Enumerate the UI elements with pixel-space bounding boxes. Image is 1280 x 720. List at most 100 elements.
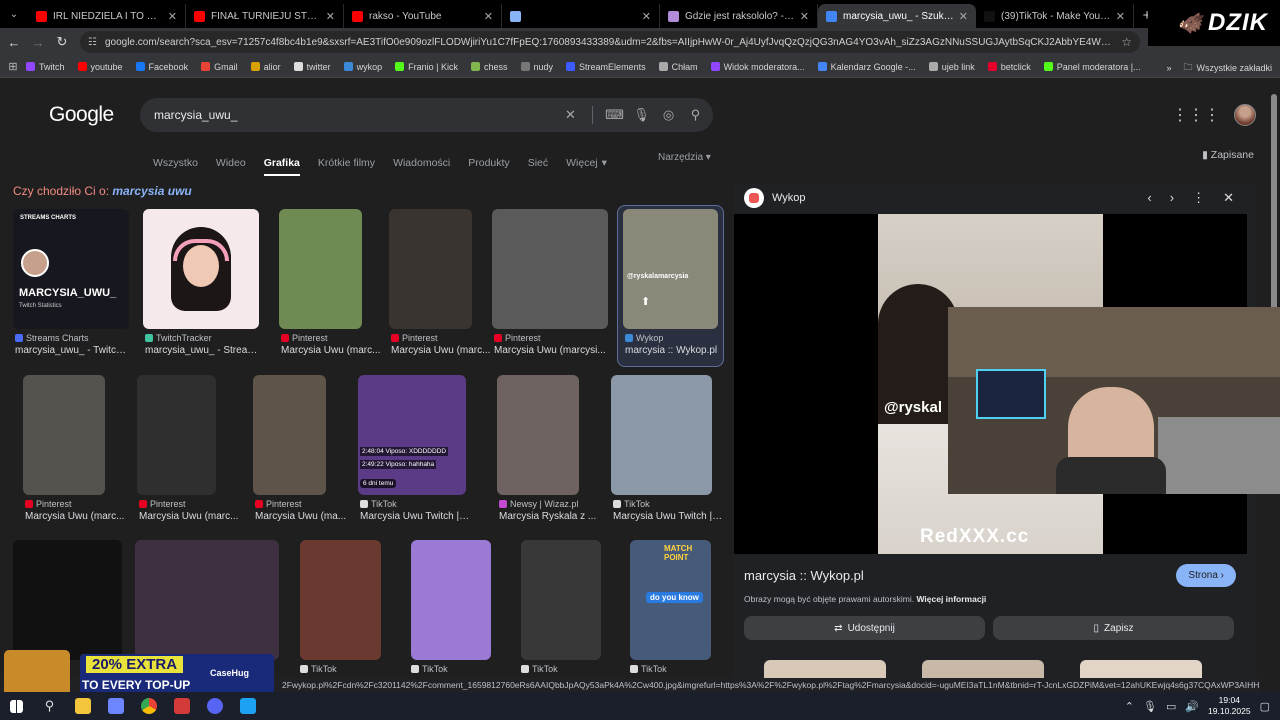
result-thumbnail[interactable] <box>300 540 381 660</box>
discord-icon[interactable] <box>198 692 231 720</box>
browser-tab[interactable]: marcysia_uwu_ - Szukaj w Google ✕ <box>818 4 976 28</box>
apps-grid-icon[interactable]: ⊞ <box>0 60 26 73</box>
media-app-icon[interactable] <box>165 692 198 720</box>
preview-title[interactable]: marcysia :: Wykop.pl <box>744 568 864 583</box>
result-thumbnail[interactable]: MATCH POINT do you know <box>630 540 711 660</box>
preview-header[interactable]: Wykop <box>744 188 806 208</box>
saved-link[interactable]: ▮ Zapisane <box>1202 149 1254 161</box>
search-nav-tab[interactable]: Wiadomości <box>393 157 450 169</box>
result-thumbnail[interactable]: 2:48:04 Viposo: XDDDDDDD 2:49:22 Viposo: … <box>358 375 466 495</box>
bookmark-item[interactable]: Twitch <box>26 62 65 72</box>
notifications-icon[interactable]: ▢ <box>1260 700 1270 713</box>
forward-button[interactable]: → <box>26 35 50 50</box>
result-thumbnail[interactable] <box>521 540 601 660</box>
back-button[interactable]: ← <box>2 35 26 50</box>
bookmark-item[interactable]: youtube <box>77 62 123 72</box>
result-thumbnail[interactable] <box>143 209 259 329</box>
next-image-icon[interactable]: › <box>1170 190 1174 206</box>
result-thumbnail[interactable] <box>137 375 216 495</box>
search-input[interactable]: marcysia_uwu_ <box>154 108 557 122</box>
bookmark-item[interactable]: betclick <box>987 62 1031 72</box>
search-nav-tab[interactable]: Grafika <box>263 157 300 176</box>
image-result[interactable]: Newsy | Wizaz.pl Marcysia Ryskala z ... <box>497 375 607 535</box>
image-result[interactable]: @ryskalamarcysia ⬆ Wykop marcysia :: Wykop.… <box>623 209 733 369</box>
result-title[interactable]: Marcysia Uwu Twitch | Ti... <box>360 511 470 522</box>
result-thumbnail[interactable] <box>135 540 279 660</box>
image-result[interactable]: Pinterest Marcysia Uwu (marc... <box>137 375 247 535</box>
network-icon[interactable]: ▭ <box>1166 700 1176 713</box>
close-tab-icon[interactable]: ✕ <box>800 10 809 23</box>
volume-icon[interactable]: 🔊 <box>1185 700 1199 713</box>
result-title[interactable]: marcysia_uwu_ - Twitch ... <box>15 345 131 356</box>
more-bookmarks-icon[interactable]: » <box>1166 63 1171 73</box>
bookmark-item[interactable]: Widok moderatora... <box>710 62 805 72</box>
share-button[interactable]: ⇄ Udostępnij <box>744 616 985 640</box>
browser-tab[interactable]: IRL NIEDZIELA I TO NIE NUDNA ✕ <box>28 4 186 28</box>
result-title[interactable]: Marcysia Ryskala z ... <box>499 511 609 522</box>
browser-tab[interactable]: FINAŁ TURNIEJU STREAMERÓW ✕ <box>186 4 344 28</box>
result-title[interactable]: Marcysia Uwu (marcysi... <box>494 345 610 356</box>
clock[interactable]: 19:04 19.10.2025 <box>1208 695 1251 717</box>
bookmark-item[interactable]: Franio | Kick <box>395 62 458 72</box>
bookmark-item[interactable]: chess <box>471 62 508 72</box>
image-result[interactable]: TikTok <box>411 540 521 688</box>
chevron-up-icon[interactable]: ⌃ <box>1125 700 1134 713</box>
result-title[interactable]: Marcysia Uwu (marc... <box>139 511 249 522</box>
result-thumbnail[interactable]: @ryskalamarcysia ⬆ <box>623 209 718 329</box>
tools-menu[interactable]: Narzędzia ▾ <box>658 152 711 163</box>
close-tab-icon[interactable]: ✕ <box>326 10 335 23</box>
tab-search-button[interactable]: ⌄ <box>0 0 28 28</box>
reload-button[interactable]: ↻ <box>50 34 74 50</box>
result-thumbnail[interactable] <box>497 375 579 495</box>
image-result[interactable]: TikTok Marcysia Uwu Twitch | ... <box>611 375 723 535</box>
microphone-icon[interactable]: 🎙 <box>1143 700 1157 713</box>
more-options-icon[interactable]: ⋮ <box>1192 190 1205 206</box>
lens-icon[interactable]: ◎ <box>655 107 682 123</box>
bookmark-item[interactable]: StreamElements <box>566 62 646 72</box>
keyboard-icon[interactable]: ⌨ <box>601 107 628 123</box>
result-thumbnail[interactable] <box>411 540 491 660</box>
result-title[interactable]: Marcysia Uwu (ma... <box>255 511 365 522</box>
close-tab-icon[interactable]: ✕ <box>642 10 651 23</box>
search-nav-tab[interactable]: Wszystko <box>153 157 198 169</box>
result-title[interactable]: Marcysia Uwu Twitch | ... <box>613 511 723 522</box>
search-icon[interactable]: ⚲ <box>682 107 709 123</box>
search-nav-tab[interactable]: Sieć <box>528 157 548 169</box>
bookmark-item[interactable]: wykop <box>343 62 382 72</box>
close-tab-icon[interactable]: ✕ <box>168 10 177 23</box>
result-title[interactable]: Marcysia Uwu (marc... <box>25 511 135 522</box>
browser-tab[interactable]: Gdzie jest raksololo? - xayo.pl ✕ <box>660 4 818 28</box>
browser-tab[interactable]: rakso - YouTube ✕ <box>344 4 502 28</box>
search-nav-tab[interactable]: Krótkie filmy <box>318 157 375 169</box>
result-thumbnail[interactable] <box>23 375 105 495</box>
result-thumbnail[interactable] <box>611 375 712 495</box>
bookmark-item[interactable]: nudy <box>520 62 553 72</box>
image-result[interactable]: Pinterest Marcysia Uwu (marcysi... <box>492 209 608 369</box>
save-button[interactable]: ▯ Zapisz <box>993 616 1234 640</box>
more-info-link[interactable]: Więcej informacji <box>916 594 986 604</box>
bookmark-item[interactable]: Chłam <box>658 62 698 72</box>
search-taskbar-icon[interactable]: ⚲ <box>33 692 66 720</box>
bookmark-item[interactable]: twitter <box>293 62 331 72</box>
bookmark-item[interactable]: ujeb link <box>928 62 975 72</box>
result-thumbnail[interactable] <box>13 540 122 660</box>
visit-page-button[interactable]: Strona › <box>1176 564 1236 587</box>
close-icon[interactable]: ✕ <box>1223 190 1234 206</box>
image-result[interactable]: TwitchTracker marcysia_uwu_ - Stream... <box>143 209 261 369</box>
browser-tab[interactable]: (39)TikTok - Make Your Day ✕ <box>976 4 1134 28</box>
prev-image-icon[interactable]: ‹ <box>1147 190 1151 206</box>
site-info-icon[interactable]: ☷ <box>88 37 97 48</box>
avatar[interactable] <box>1234 104 1256 126</box>
close-tab-icon[interactable]: ✕ <box>959 10 968 23</box>
search-nav-tab[interactable]: Wideo <box>216 157 246 169</box>
google-apps-icon[interactable]: ⋮⋮⋮ <box>1172 105 1220 125</box>
bookmark-star-icon[interactable]: ☆ <box>1121 35 1132 49</box>
image-result[interactable]: MATCH POINT do you know TikTok <box>630 540 740 688</box>
chrome-icon[interactable] <box>132 692 165 720</box>
all-bookmarks-folder[interactable]: 🗀 Wszystkie zakładki <box>1183 60 1272 76</box>
image-result[interactable]: STREAMS CHARTS MARCYSIA_UWU_ Twitch Statis… <box>13 209 131 369</box>
search-box[interactable]: marcysia_uwu_ ✕ ⌨ 🎙 ◎ ⚲ <box>140 98 713 132</box>
result-thumbnail[interactable]: STREAMS CHARTS MARCYSIA_UWU_ Twitch Statis… <box>13 209 129 329</box>
start-icon[interactable] <box>0 692 33 720</box>
bookmark-item[interactable]: Panel moderatora |... <box>1043 62 1141 72</box>
